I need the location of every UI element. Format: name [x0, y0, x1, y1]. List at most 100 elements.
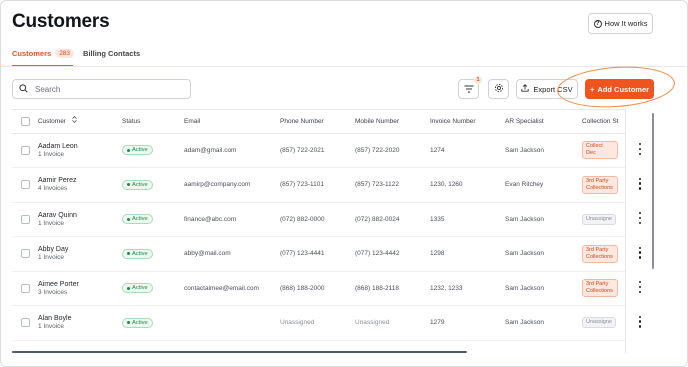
row-checkbox[interactable] — [21, 145, 30, 155]
phone-cell: (857) 722-2021 — [280, 133, 355, 168]
customer-name[interactable]: Aarav Quinn — [38, 212, 77, 219]
customer-info: Aimee Porter 3 Invoices — [38, 281, 79, 296]
sort-icon[interactable] — [72, 116, 77, 125]
settings-button[interactable] — [488, 79, 509, 99]
collection-status-badge: 3rd Party Collections — [582, 175, 618, 194]
column-header-ar-specialist[interactable]: AR Specialist — [505, 110, 582, 134]
status-dot-icon — [127, 321, 130, 325]
tab-bar: Customers 283 Billing Contacts — [12, 49, 140, 58]
customer-header-label: Customer — [37, 118, 66, 126]
row-actions-kebab-icon[interactable] — [635, 281, 645, 293]
customer-name[interactable]: Aamir Perez — [38, 177, 77, 184]
status-cell: Active — [122, 133, 184, 168]
column-header-email[interactable]: Email — [184, 110, 280, 134]
status-cell: Active — [122, 202, 184, 237]
row-actions-kebab-icon[interactable] — [635, 315, 645, 328]
mobile-cell: (868) 188-2118 — [355, 271, 430, 306]
phone-cell: (868) 188-2000 — [280, 271, 355, 306]
column-header-mobile[interactable]: Mobile Number — [355, 110, 430, 134]
status-text: Active — [132, 147, 148, 154]
add-customer-button[interactable]: + Add Customer — [585, 79, 654, 99]
tabs-divider — [1, 66, 687, 67]
customer-name[interactable]: Abby Day — [38, 246, 68, 253]
export-csv-button[interactable]: Export CSV — [516, 79, 578, 99]
column-header-phone[interactable]: Phone Number — [280, 110, 355, 134]
collection-status-badge: 3rd Party Collections — [582, 244, 618, 263]
status-dot-icon — [127, 148, 130, 152]
row-actions-kebab-icon[interactable] — [635, 143, 645, 155]
customer-name[interactable]: Aadam Leon — [38, 143, 78, 150]
page-title: Customers — [12, 11, 110, 32]
export-csv-label: Export CSV — [533, 84, 573, 94]
horizontal-scrollbar[interactable] — [12, 351, 467, 353]
column-header-customer[interactable]: Customer — [12, 110, 122, 134]
filter-button[interactable]: 1 — [458, 76, 482, 99]
row-actions-kebab-icon[interactable] — [635, 246, 645, 259]
select-all-checkbox[interactable] — [21, 117, 30, 127]
invoice-count: 1 Invoice — [38, 150, 65, 158]
row-checkbox[interactable] — [21, 249, 30, 259]
row-actions-column — [625, 109, 653, 353]
table-row[interactable]: Aamir Perez 4 Invoices Active aamirp@compan… — [12, 167, 653, 203]
tab-customers[interactable]: Customers 283 — [12, 49, 75, 58]
table-row[interactable]: Aarav Quinn 1 Invoice Active finance@abc.co… — [12, 202, 653, 237]
status-dot-icon — [127, 183, 130, 187]
ar-specialist-cell: Sam Jackson — [505, 271, 582, 306]
status-cell: Active — [122, 167, 184, 203]
ar-specialist-cell: Evan Ritchey — [505, 167, 582, 203]
search-icon — [19, 80, 28, 98]
table-row[interactable]: Alan Boyle 1 Invoice Active Unassigned Unass… — [12, 305, 653, 341]
customer-cell: Aimee Porter 3 Invoices — [12, 271, 122, 306]
ar-specialist-cell: Sam Jackson — [505, 236, 582, 272]
mobile-cell: Unassigned — [355, 305, 430, 341]
table-row[interactable]: Aadam Leon 1 Invoice Active adam@gmail.com(… — [12, 133, 653, 168]
status-text: Active — [132, 216, 148, 223]
row-checkbox[interactable] — [21, 318, 30, 328]
search-input[interactable] — [35, 84, 175, 94]
customer-cell: Aadam Leon 1 Invoice — [12, 133, 122, 168]
question-icon: ? — [593, 19, 602, 28]
mobile-cell: (857) 723-1122 — [355, 167, 430, 203]
vertical-scrollbar[interactable] — [652, 113, 654, 269]
collection-status-badge: Unassigne — [582, 213, 616, 225]
how-it-works-label: How It works — [604, 19, 648, 28]
status-cell: Active — [122, 305, 184, 341]
row-checkbox[interactable] — [21, 283, 30, 293]
ar-specialist-cell — [505, 340, 582, 353]
email-cell: adam@gmail.com — [184, 133, 280, 168]
status-badge: Active — [122, 179, 153, 190]
table-row[interactable]: Abby Day 1 Invoice Active abby@mail.com (077… — [12, 236, 653, 272]
row-actions-kebab-icon[interactable] — [635, 177, 645, 190]
search-box[interactable] — [12, 79, 191, 99]
status-text: Active — [132, 285, 148, 292]
customers-table: Customer Status Email Phone Number Mobil… — [12, 109, 653, 353]
phone-cell: Unassigned — [280, 305, 355, 341]
table-header-row: Customer Status Email Phone Number Mobil… — [12, 110, 653, 134]
how-it-works-button[interactable]: ? How It works — [588, 13, 653, 34]
invoice-count: 3 Invoices — [38, 288, 68, 296]
status-text: Active — [132, 250, 148, 257]
collection-status-badge: Collect Dec — [582, 141, 618, 160]
column-header-status[interactable]: Status — [122, 110, 184, 134]
add-customer-label: Add Customer — [597, 84, 650, 94]
email-cell: abby@mail.com — [184, 236, 280, 272]
email-cell — [184, 305, 280, 341]
status-badge: Active — [122, 214, 153, 225]
tab-billing-contacts[interactable]: Billing Contacts — [83, 49, 140, 58]
customer-info: Aadam Leon 1 Invoice — [38, 143, 78, 158]
status-dot-icon — [127, 286, 130, 290]
filter-count-badge: 1 — [474, 76, 482, 84]
customer-name[interactable]: Alan Boyle — [38, 315, 71, 322]
phone-cell: (072) 882-0000 — [280, 202, 355, 237]
row-actions-kebab-icon[interactable] — [635, 212, 645, 224]
row-checkbox[interactable] — [21, 180, 30, 190]
customer-info: Abby Day 1 Invoice — [38, 246, 68, 261]
upload-icon — [521, 84, 530, 94]
customer-name[interactable]: Aimee Porter — [38, 281, 79, 288]
row-checkbox[interactable] — [21, 214, 30, 224]
column-header-invoice[interactable]: Invoice Number — [430, 110, 505, 134]
table-row[interactable]: Aimee Porter 3 Invoices Active contactaimee… — [12, 271, 653, 306]
status-cell: Active — [122, 271, 184, 306]
gear-icon — [494, 80, 504, 98]
ar-specialist-cell: Sam Jackson — [505, 305, 582, 341]
